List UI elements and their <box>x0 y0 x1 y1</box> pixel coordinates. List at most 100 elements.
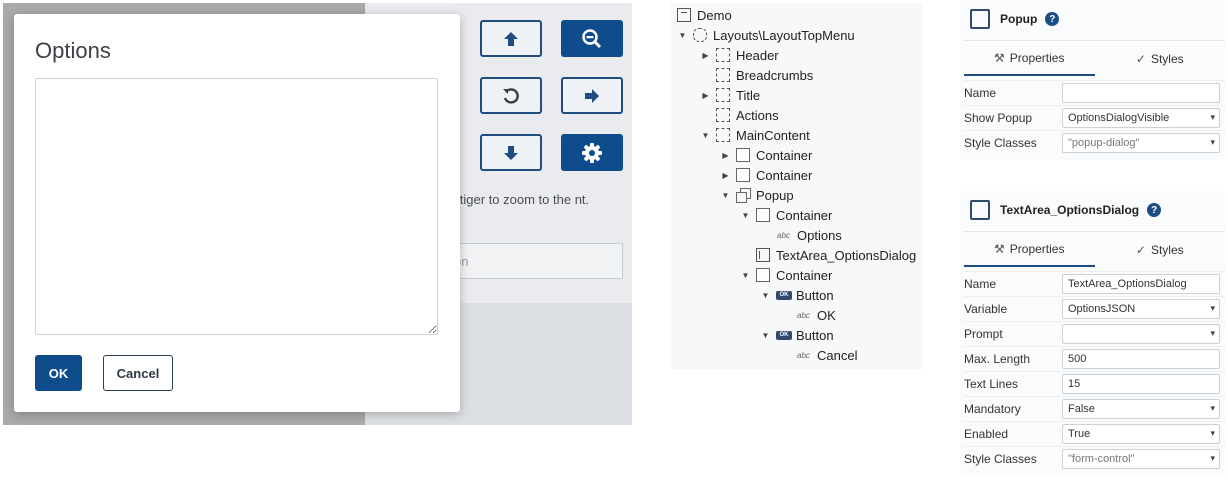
expanded-arrow-icon[interactable]: ▼ <box>740 271 751 280</box>
show-popup-select[interactable]: OptionsDialogVisible <box>1062 108 1220 128</box>
prop-label: Style Classes <box>964 136 1037 150</box>
prop-label: Mandatory <box>964 402 1021 416</box>
panel-tabs: ⚒ Properties ✓ Styles <box>964 231 1225 267</box>
text-icon: abc <box>797 310 810 320</box>
widget-tree: Demo ▼ Layouts\LayoutTopMenu ▶ Header ▶ … <box>671 3 922 369</box>
home-icon <box>677 8 691 22</box>
options-textarea[interactable] <box>35 78 438 335</box>
tree-node-textarea[interactable]: ▶ TextArea_OptionsDialog <box>740 245 916 265</box>
prop-label: Max. Length <box>964 352 1031 366</box>
tree-node-container[interactable]: ▶ Container <box>720 165 812 185</box>
variable-select[interactable]: OptionsJSON <box>1062 299 1220 319</box>
tree-node-label: TextArea_OptionsDialog <box>776 247 917 263</box>
tree-node-label: Container <box>776 207 833 223</box>
tab-properties[interactable]: ⚒ Properties <box>964 41 1095 76</box>
expanded-arrow-icon[interactable]: ▼ <box>720 191 731 200</box>
tree-node-label: Title <box>736 87 761 103</box>
gear-icon <box>582 142 602 163</box>
app-input[interactable]: on <box>443 243 623 279</box>
help-icon[interactable]: ? <box>1045 12 1060 26</box>
collapsed-arrow-icon[interactable]: ▶ <box>720 171 731 180</box>
name-field[interactable]: TextArea_OptionsDialog <box>1062 274 1220 294</box>
tree-node-label: Container <box>776 267 833 283</box>
tree-node-breadcrumbs[interactable]: ▶ Breadcrumbs <box>700 65 813 85</box>
expanded-arrow-icon[interactable]: ▼ <box>760 291 771 300</box>
tab-styles[interactable]: ✓ Styles <box>1095 232 1226 267</box>
tree-node-label: Container <box>756 167 813 183</box>
container-icon <box>756 268 770 282</box>
tree-node-container[interactable]: ▼ Container <box>740 265 833 285</box>
tree-node-label: Container <box>756 147 813 163</box>
tree-node-label: Layouts\LayoutTopMenu <box>713 27 855 43</box>
text-lines-field[interactable]: 15 <box>1062 374 1220 394</box>
tree-node-maincontent[interactable]: ▼ MainContent <box>700 125 810 145</box>
expanded-arrow-icon[interactable]: ▼ <box>740 211 751 220</box>
textarea-properties-panel: TextArea_OptionsDialog ? ⚒ Properties ✓ … <box>960 191 1225 476</box>
collapsed-arrow-icon[interactable]: ▶ <box>700 91 711 100</box>
panel-header: Popup ? <box>960 0 1225 38</box>
tree-node-label: Demo <box>697 7 732 23</box>
panel-title: Popup <box>1000 12 1038 26</box>
tree-node-title[interactable]: ▶ Title <box>700 85 760 105</box>
prop-row-show-popup: Show Popup OptionsDialogVisible <box>964 105 1225 130</box>
prop-row-style-classes: Style Classes "form-control" <box>964 446 1225 471</box>
tab-styles[interactable]: ✓ Styles <box>1095 41 1226 76</box>
container-icon <box>736 148 750 162</box>
tree-node-container[interactable]: ▼ Container <box>740 205 833 225</box>
tab-properties[interactable]: ⚒ Properties <box>964 232 1095 267</box>
expanded-arrow-icon[interactable]: ▼ <box>677 31 688 40</box>
tree-node-header[interactable]: ▶ Header <box>700 45 778 65</box>
button-icon: OK <box>776 290 792 300</box>
panel-header: TextArea_OptionsDialog ? <box>960 191 1225 229</box>
text-icon: abc <box>777 230 790 240</box>
reset-button[interactable] <box>480 77 542 114</box>
collapsed-arrow-icon[interactable]: ▶ <box>720 151 731 160</box>
help-icon[interactable]: ? <box>1147 203 1162 217</box>
tree-node-ok-text[interactable]: abc OK <box>797 305 836 325</box>
mandatory-select[interactable]: False <box>1062 399 1220 419</box>
max-length-field[interactable]: 500 <box>1062 349 1220 369</box>
text-icon: abc <box>797 350 810 360</box>
enabled-select[interactable]: True <box>1062 424 1220 444</box>
zoom-out-button[interactable] <box>561 20 623 57</box>
ok-button[interactable]: OK <box>35 355 82 391</box>
prop-row-name: Name TextArea_OptionsDialog <box>964 271 1225 296</box>
button-icon: OK <box>776 330 792 340</box>
zoom-out-icon <box>582 28 602 48</box>
expanded-arrow-icon[interactable]: ▼ <box>760 331 771 340</box>
prop-label: Name <box>964 277 997 291</box>
pan-right-button[interactable] <box>561 77 623 114</box>
prompt-field[interactable] <box>1062 324 1220 344</box>
pan-up-button[interactable] <box>480 20 542 57</box>
pan-down-button[interactable] <box>480 134 542 171</box>
prop-row-name: Name <box>964 80 1225 105</box>
tree-node-label: OK <box>817 307 836 323</box>
tree-node-cancel-text[interactable]: abc Cancel <box>797 345 857 365</box>
collapsed-arrow-icon[interactable]: ▶ <box>700 51 711 60</box>
tree-node-demo[interactable]: Demo <box>677 5 732 25</box>
prop-label: Text Lines <box>964 377 1019 391</box>
expanded-arrow-icon[interactable]: ▼ <box>700 131 711 140</box>
tree-node-container[interactable]: ▶ Container <box>720 145 812 165</box>
tree-node-button-cancel[interactable]: ▼ OK Button <box>760 325 834 345</box>
panel-tabs: ⚒ Properties ✓ Styles <box>964 40 1225 76</box>
tree-node-options-text[interactable]: abc Options <box>777 225 842 245</box>
options-dialog: Options OK Cancel <box>14 14 460 412</box>
settings-button[interactable] <box>561 134 623 171</box>
prop-row-variable: Variable OptionsJSON <box>964 296 1225 321</box>
tree-node-button-ok[interactable]: ▼ OK Button <box>760 285 834 305</box>
tree-node-layout[interactable]: ▼ Layouts\LayoutTopMenu <box>677 25 855 45</box>
style-classes-field[interactable]: "form-control" <box>1062 449 1220 469</box>
popup-icon <box>970 9 990 29</box>
tree-node-actions[interactable]: ▶ Actions <box>700 105 779 125</box>
region-icon <box>716 68 730 82</box>
tab-label: Styles <box>1150 51 1184 66</box>
name-field[interactable] <box>1062 83 1220 103</box>
popup-properties-panel: Popup ? ⚒ Properties ✓ Styles Name Show … <box>960 0 1225 160</box>
tree-node-popup[interactable]: ▼ Popup <box>720 185 794 205</box>
brush-icon: ✓ <box>1135 242 1146 257</box>
style-classes-field[interactable]: "popup-dialog" <box>1062 133 1220 153</box>
dialog-title: Options <box>35 38 111 63</box>
cancel-button[interactable]: Cancel <box>103 355 173 391</box>
tree-node-label: Button <box>796 287 834 303</box>
